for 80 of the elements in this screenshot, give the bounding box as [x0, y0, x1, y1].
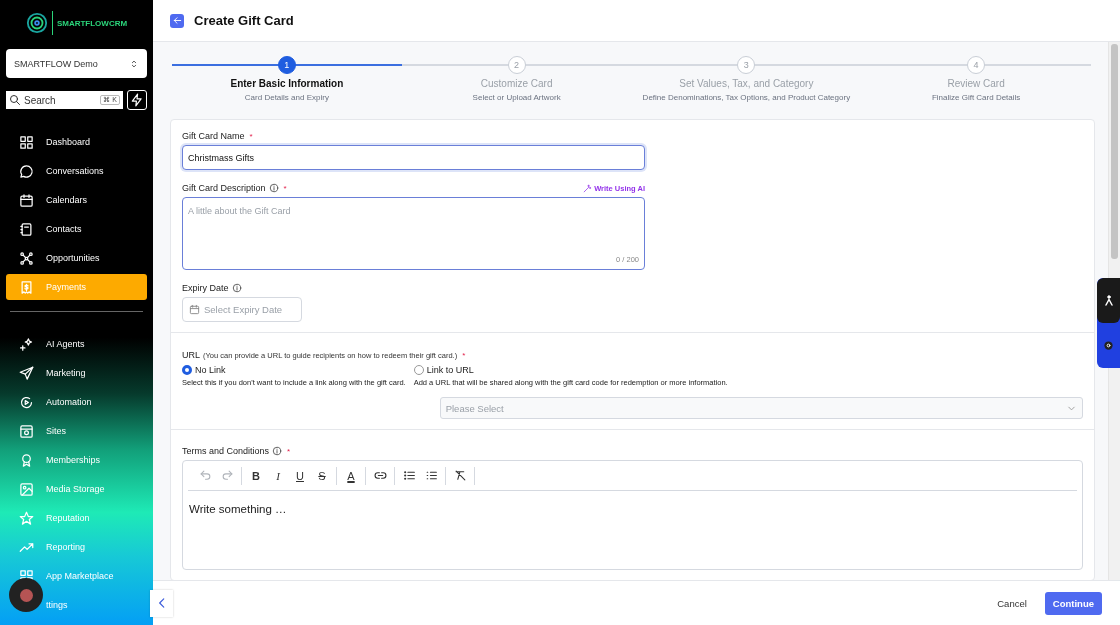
nav-item[interactable]: Sites — [6, 418, 147, 444]
record-dot — [19, 588, 33, 602]
automation-icon — [19, 394, 34, 410]
receipt-icon — [19, 279, 34, 295]
person-icon — [1102, 293, 1115, 308]
field-label: Terms and Conditions — [182, 446, 270, 456]
editor-placeholder: Write something … — [188, 502, 288, 517]
nav-item[interactable]: Dashboard — [6, 129, 147, 155]
info-icon — [268, 183, 279, 193]
scrollbar-thumb[interactable] — [1111, 44, 1118, 259]
nav-item[interactable]: Automation — [6, 389, 147, 415]
logo-icon — [25, 12, 48, 34]
step-subtitle: Finalize Gift Card Details — [931, 93, 1021, 102]
collapse-sidebar-button[interactable] — [150, 589, 173, 617]
required-mark: * — [462, 350, 466, 360]
search-icon — [9, 94, 21, 106]
step-title: Set Values, Tax, and Category — [679, 78, 814, 89]
help-widget[interactable] — [1097, 278, 1120, 368]
grid-icon — [19, 134, 34, 150]
name-field[interactable]: Christmass Gifts — [182, 145, 645, 170]
award-icon — [19, 452, 34, 468]
bullet-list-icon — [402, 469, 416, 482]
magic-wand-icon — [583, 183, 593, 193]
logo-text: SMARTFLOWCRM — [56, 18, 128, 28]
format-button[interactable]: B — [246, 465, 266, 486]
website-icon — [19, 423, 34, 439]
info-icon — [231, 283, 242, 293]
quick-action-button[interactable] — [127, 90, 147, 110]
step-title: Customize Card — [480, 78, 553, 89]
chat-icon — [19, 163, 34, 179]
page-title: Create Gift Card — [194, 13, 294, 28]
account-switcher[interactable]: SMARTFLOW Demo — [6, 49, 147, 78]
field-label: Gift Card Name — [182, 131, 245, 141]
sparkle-icon — [19, 336, 34, 352]
calendar-icon — [189, 304, 200, 315]
step-title: Enter Basic Information — [230, 78, 344, 89]
required-mark: * — [249, 131, 253, 141]
contact-book-icon — [19, 221, 34, 237]
lightning-icon — [130, 93, 144, 107]
nav-item[interactable]: Opportunities — [6, 245, 147, 271]
radio-button[interactable] — [182, 365, 192, 375]
format-button[interactable]: I — [268, 465, 288, 486]
step-subtitle: Define Denominations, Tax Options, and Product Category — [642, 93, 851, 102]
required-mark: * — [283, 183, 287, 193]
link-icon — [373, 469, 387, 482]
clear-format-icon — [453, 469, 467, 482]
star-icon — [19, 510, 34, 526]
nav-item[interactable]: Contacts — [6, 216, 147, 242]
redo-icon — [220, 469, 234, 482]
required-mark: * — [287, 446, 291, 456]
radio-option[interactable]: No Link — [182, 364, 406, 376]
nav-item[interactable]: Conversations — [6, 158, 147, 184]
field-label: Gift Card Description — [182, 183, 266, 193]
format-button[interactable]: U — [290, 465, 310, 486]
back-button[interactable] — [170, 13, 184, 28]
image-icon — [19, 481, 34, 497]
info-icon — [272, 446, 283, 456]
network-icon — [19, 250, 34, 266]
step-subtitle: Card Details and Expiry — [244, 93, 329, 102]
step-number[interactable]: 1 — [277, 56, 296, 74]
undo-icon — [198, 469, 212, 482]
calendar-icon — [19, 192, 34, 208]
radio-button[interactable] — [413, 365, 424, 375]
nav-item[interactable]: Calendars — [6, 187, 147, 213]
rich-text-editor[interactable]: B I U S A Write something … — [182, 460, 1083, 570]
format-button[interactable]: S — [312, 465, 332, 486]
step-subtitle: Select or Upload Artwork — [472, 93, 561, 102]
arrow-left-icon — [171, 15, 183, 26]
nav-item[interactable]: Marketing — [6, 360, 147, 386]
gear-icon — [1103, 340, 1114, 351]
record-button[interactable] — [9, 578, 43, 612]
radio-option[interactable]: Link to URL — [413, 364, 1083, 376]
nav-item[interactable]: AI Agents — [6, 331, 147, 357]
field-label: Expiry Date — [182, 283, 229, 293]
format-button[interactable]: A — [341, 465, 361, 486]
numbered-list-icon — [424, 469, 438, 482]
field-label: URL — [182, 350, 200, 360]
step-title: Review Card — [947, 78, 1005, 89]
continue-button[interactable]: Continue — [1044, 591, 1102, 615]
paper-plane-icon — [19, 365, 34, 381]
